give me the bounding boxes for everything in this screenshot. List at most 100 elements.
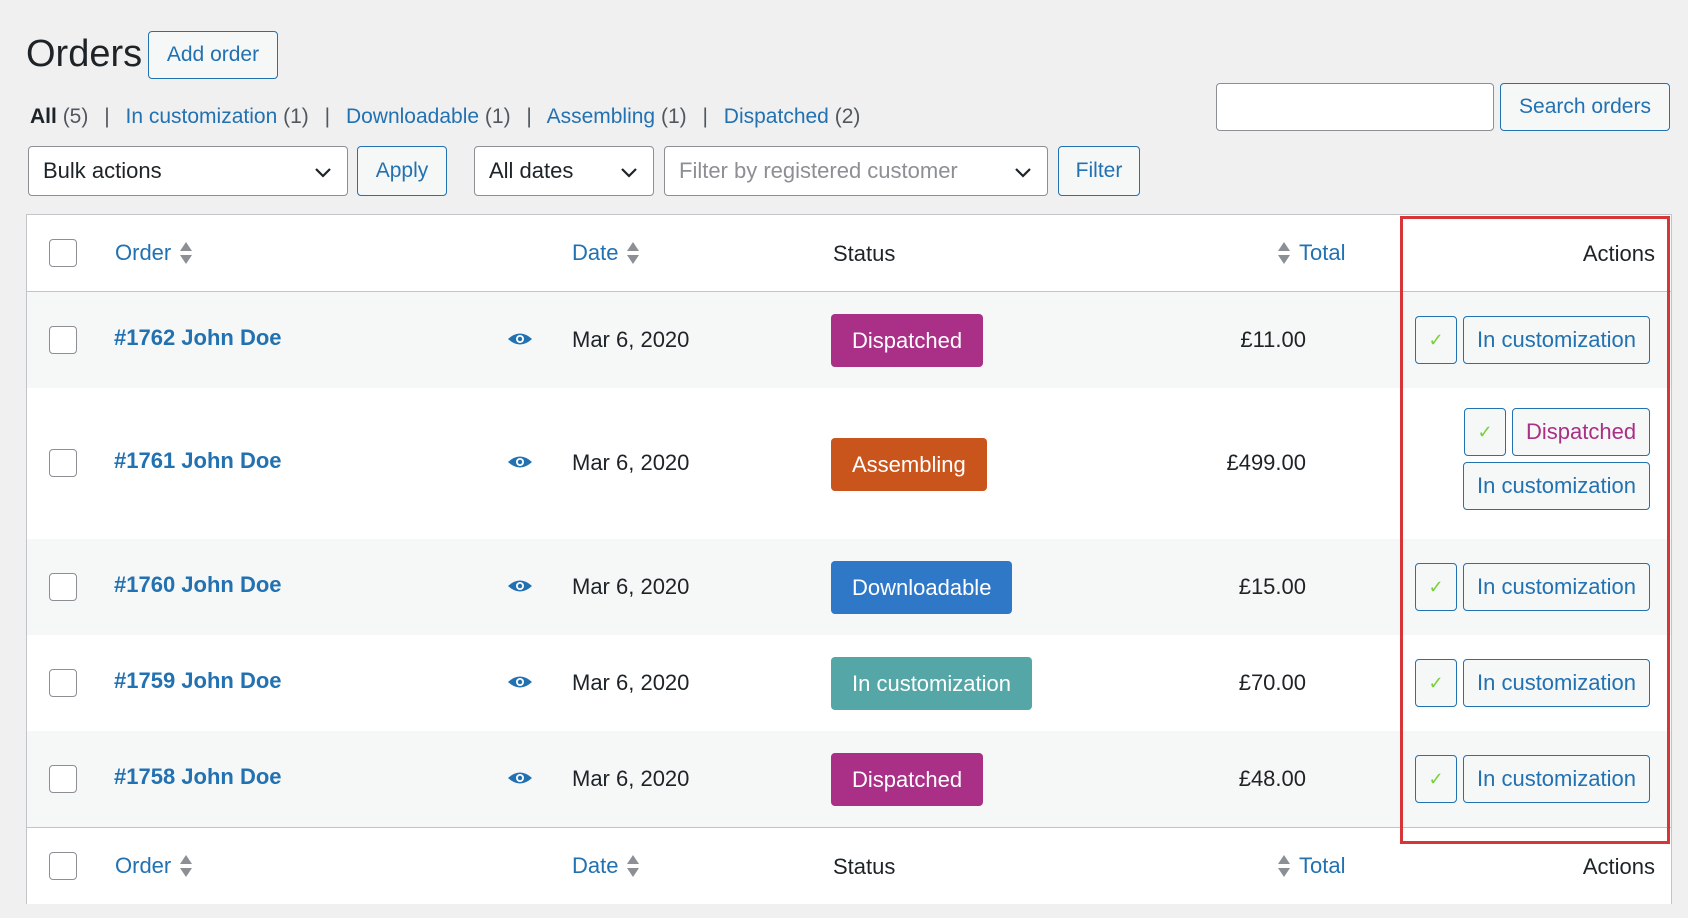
sort-icon [627,242,640,264]
order-date: Mar 6, 2020 [572,450,690,475]
order-link[interactable]: #1761 John Doe [114,448,282,474]
search-orders-button[interactable]: Search orders [1500,83,1670,131]
select-all-checkbox[interactable] [49,239,77,267]
sort-icon [1278,242,1290,264]
complete-action-button[interactable]: ✓ [1464,408,1506,456]
sort-icon [180,855,193,877]
date-filter-select[interactable]: All dates [474,146,654,196]
column-date-header[interactable]: Date [572,239,640,267]
view-in-customization-link[interactable]: In customization [126,105,278,128]
dispatched-action-button[interactable]: Dispatched [1512,408,1651,456]
column-total-header[interactable]: Total [1277,239,1345,267]
select-all-checkbox[interactable] [49,852,77,880]
orders-page: Orders Add order All (5) | In customizat… [0,0,1688,918]
view-dispatched-link[interactable]: Dispatched [724,105,829,128]
column-date-label: Date [572,853,619,878]
sort-icon [1278,855,1290,877]
filter-button[interactable]: Filter [1058,146,1140,196]
status-badge: In customization [831,657,1032,710]
apply-button[interactable]: Apply [357,146,447,196]
column-order-label: Order [115,240,172,265]
in-customization-action-button[interactable]: In customization [1463,462,1650,510]
column-total-label: Total [1299,240,1346,265]
sort-icon [180,242,193,264]
preview-eye-icon[interactable] [507,769,533,787]
complete-action-button[interactable]: ✓ [1415,563,1457,611]
bulk-actions-select[interactable]: Bulk actions [28,146,348,196]
order-link[interactable]: #1760 John Doe [114,572,282,598]
view-separator: | [702,105,708,128]
table-row: #1761 John Doe Mar 6, 2020 Assembling £4… [27,388,1671,539]
in-customization-action-button[interactable]: In customization [1463,755,1650,803]
order-date: Mar 6, 2020 [572,327,690,352]
in-customization-action-button[interactable]: In customization [1463,316,1650,364]
complete-action-button[interactable]: ✓ [1415,659,1457,707]
column-total-label: Total [1299,853,1346,878]
in-customization-action-button[interactable]: In customization [1463,659,1650,707]
column-status-header: Status [833,241,896,266]
bulk-actions-value: Bulk actions [43,158,162,183]
view-downloadable-link[interactable]: Downloadable [346,105,479,128]
order-total: £499.00 [1226,450,1306,475]
chevron-down-icon [315,168,331,178]
row-checkbox[interactable] [49,449,77,477]
view-assembling-count: (1) [660,105,687,128]
view-separator: | [324,105,331,128]
row-checkbox[interactable] [49,669,77,697]
table-footer: Order Date Status Total Actions [27,827,1671,904]
search-orders-input[interactable] [1216,83,1494,131]
column-order-footer[interactable]: Order [115,852,193,880]
view-downloadable-count: (1) [484,105,511,128]
sort-icon [627,855,640,877]
table-row: #1760 John Doe Mar 6, 2020 Downloadable … [27,539,1671,635]
in-customization-action-button[interactable]: In customization [1463,563,1650,611]
column-date-footer[interactable]: Date [572,852,640,880]
customer-filter-placeholder: Filter by registered customer [679,158,958,183]
complete-action-button[interactable]: ✓ [1415,316,1457,364]
customer-filter-select[interactable]: Filter by registered customer [664,146,1048,196]
page-title: Orders [26,33,143,75]
add-order-button[interactable]: Add order [148,31,278,79]
status-badge: Assembling [831,438,987,491]
column-total-footer[interactable]: Total [1277,852,1345,880]
column-order-label: Order [115,853,172,878]
view-separator: | [104,105,110,128]
order-total: £11.00 [1240,327,1306,352]
order-link[interactable]: #1758 John Doe [114,764,282,790]
date-filter-value: All dates [489,158,574,183]
table-row: #1762 John Doe Mar 6, 2020 Dispatched £1… [27,292,1671,388]
order-status-views: All (5) | In customization (1) | Downloa… [30,103,860,131]
column-actions-footer: Actions [1582,854,1655,879]
preview-eye-icon[interactable] [507,673,533,691]
view-assembling-link[interactable]: Assembling [547,105,656,128]
chevron-down-icon [621,168,637,178]
column-date-label: Date [572,240,619,265]
status-badge: Dispatched [831,314,984,367]
status-badge: Downloadable [831,561,1013,614]
view-all-label[interactable]: All [30,105,57,128]
row-checkbox[interactable] [49,573,77,601]
orders-table: Order Date Status Total Actions #1762 Jo… [26,214,1672,904]
preview-eye-icon[interactable] [507,330,533,348]
table-row: #1759 John Doe Mar 6, 2020 In customizat… [27,635,1671,731]
view-dispatched-count: (2) [834,105,861,128]
row-checkbox[interactable] [49,326,77,354]
order-date: Mar 6, 2020 [572,670,690,695]
view-in-customization-count: (1) [283,105,309,128]
column-status-footer: Status [833,854,896,879]
view-separator: | [526,105,532,128]
preview-eye-icon[interactable] [507,577,533,595]
table-row: #1758 John Doe Mar 6, 2020 Dispatched £4… [27,731,1671,827]
row-checkbox[interactable] [49,765,77,793]
status-badge: Dispatched [831,753,984,806]
table-header: Order Date Status Total Actions [27,215,1671,292]
view-all-count: (5) [62,105,89,128]
preview-eye-icon[interactable] [507,453,533,471]
order-link[interactable]: #1759 John Doe [114,668,282,694]
order-total: £15.00 [1238,574,1306,599]
complete-action-button[interactable]: ✓ [1415,755,1457,803]
order-link[interactable]: #1762 John Doe [114,325,282,351]
order-total: £70.00 [1238,670,1306,695]
column-order-header[interactable]: Order [115,239,193,267]
order-date: Mar 6, 2020 [572,574,690,599]
